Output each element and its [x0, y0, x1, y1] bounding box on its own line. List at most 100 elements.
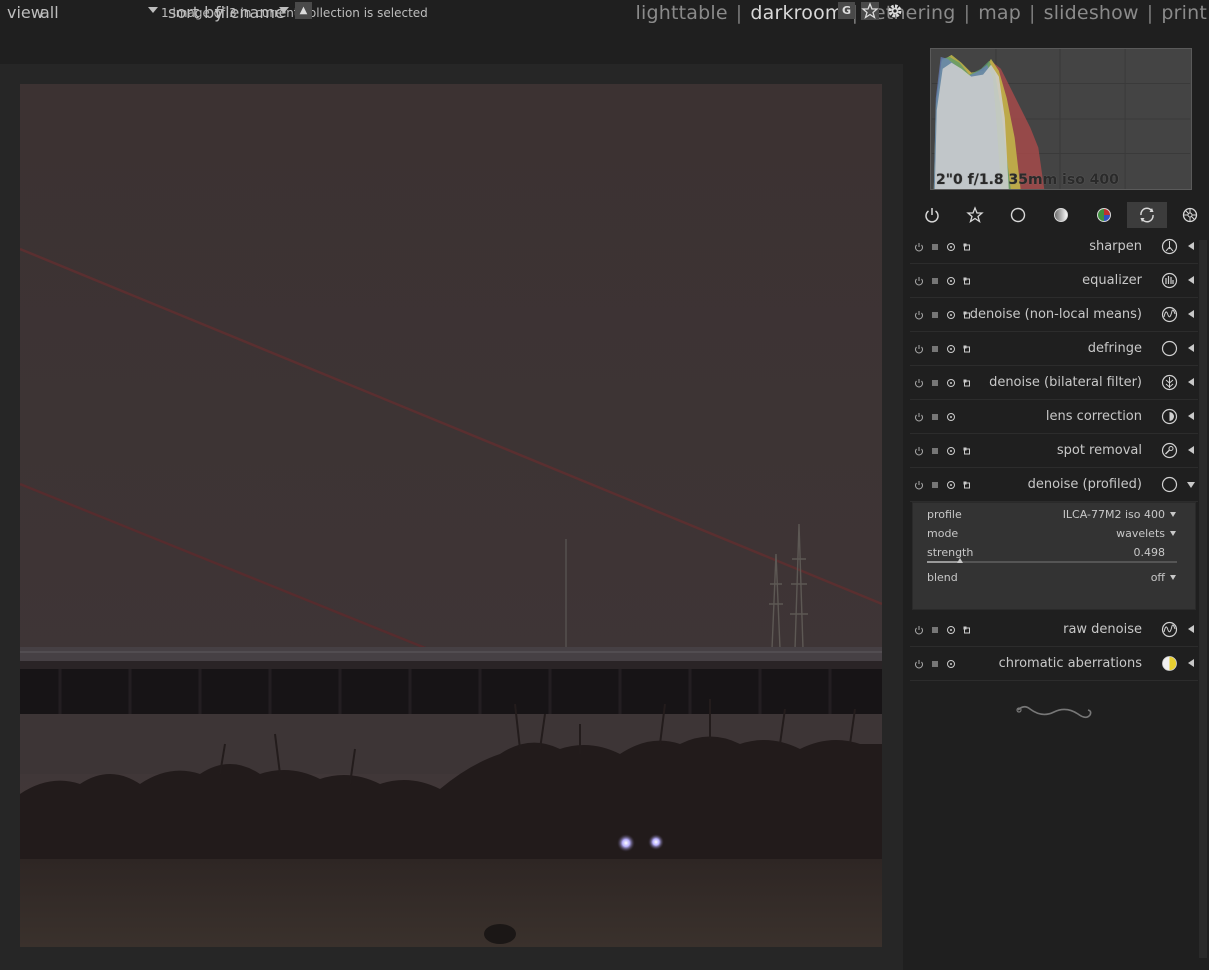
view-tab-map[interactable]: map	[978, 2, 1021, 24]
module-row[interactable]: denoise (non-local means)	[910, 298, 1198, 332]
power-icon[interactable]	[914, 480, 924, 490]
sort-direction-button[interactable]: ▲	[295, 2, 312, 19]
chevron-down-icon[interactable]	[1170, 512, 1176, 517]
profile-row[interactable]: profile ILCA-77M2 iso 400	[927, 508, 1176, 524]
presets-icon[interactable]	[930, 242, 940, 252]
chevron-down-icon[interactable]	[148, 7, 158, 13]
chevron-left-icon[interactable]	[1188, 412, 1194, 420]
module-row[interactable]: defringe	[910, 332, 1198, 366]
group-tone[interactable]	[1041, 202, 1081, 228]
presets-icon[interactable]	[930, 625, 940, 635]
multi-instance-icon[interactable]	[962, 446, 972, 456]
group-effects[interactable]	[1170, 202, 1209, 228]
module-row[interactable]: spot removal	[910, 434, 1198, 468]
module-row[interactable]: lens correction	[910, 400, 1198, 434]
photo-preview[interactable]	[20, 84, 882, 947]
power-icon[interactable]	[914, 344, 924, 354]
presets-icon[interactable]	[930, 480, 940, 490]
presets-icon[interactable]	[930, 310, 940, 320]
mode-select[interactable]: wavelets	[1116, 527, 1165, 540]
presets-icon[interactable]	[930, 446, 940, 456]
presets-icon[interactable]	[930, 344, 940, 354]
view-tab-print[interactable]: print	[1161, 2, 1207, 24]
chevron-left-icon[interactable]	[1188, 378, 1194, 386]
module-row[interactable]: denoise (profiled)	[910, 468, 1198, 502]
sort-by-select[interactable]: filename	[215, 3, 285, 22]
preferences-button[interactable]	[886, 2, 904, 20]
module-icon-wrap	[1161, 476, 1178, 493]
mode-label: mode	[927, 527, 959, 540]
power-icon[interactable]	[914, 412, 924, 422]
blend-row[interactable]: blend off	[927, 571, 1176, 587]
presets-icon[interactable]	[930, 412, 940, 422]
reset-icon[interactable]	[946, 480, 956, 490]
multi-instance-icon[interactable]	[962, 378, 972, 388]
strength-slider-handle[interactable]	[956, 558, 963, 563]
chevron-left-icon[interactable]	[1188, 276, 1194, 284]
module-label: spot removal	[1056, 443, 1142, 458]
view-tab-tethering[interactable]: tethering	[866, 2, 955, 24]
chevron-down-icon[interactable]	[1170, 575, 1176, 580]
multi-instance-icon[interactable]	[962, 480, 972, 490]
chevron-left-icon[interactable]	[1188, 625, 1194, 633]
chevron-down-icon[interactable]	[1170, 531, 1176, 536]
power-icon[interactable]	[914, 659, 924, 669]
view-tab-lighttable[interactable]: lighttable	[636, 2, 728, 24]
module-row[interactable]: denoise (bilateral filter)	[910, 366, 1198, 400]
power-icon[interactable]	[914, 276, 924, 286]
view-filter-select[interactable]: all	[40, 3, 59, 22]
module-row[interactable]: equalizer	[910, 264, 1198, 298]
power-icon[interactable]	[914, 242, 924, 252]
reset-icon[interactable]	[946, 276, 956, 286]
module-label: lens correction	[1045, 409, 1142, 424]
multi-instance-icon[interactable]	[962, 242, 972, 252]
reset-icon[interactable]	[946, 242, 956, 252]
multi-instance-icon[interactable]	[962, 276, 972, 286]
reset-icon[interactable]	[946, 659, 956, 669]
module-row[interactable]: chromatic aberrations	[910, 647, 1198, 681]
group-basic[interactable]	[998, 202, 1038, 228]
reset-icon[interactable]	[946, 344, 956, 354]
chevron-left-icon[interactable]	[1188, 446, 1194, 454]
grouping-button[interactable]: G	[838, 2, 855, 19]
power-icon[interactable]	[914, 625, 924, 635]
chevron-left-icon[interactable]	[1188, 242, 1194, 250]
view-tab-slideshow[interactable]: slideshow	[1044, 2, 1139, 24]
module-row[interactable]: raw denoise	[910, 613, 1198, 647]
group-color[interactable]	[1084, 202, 1124, 228]
reset-icon[interactable]	[946, 310, 956, 320]
reset-icon[interactable]	[946, 446, 956, 456]
module-label: chromatic aberrations	[998, 656, 1142, 671]
strength-row[interactable]: strength 0.498	[927, 546, 1175, 562]
module-icon-wrap	[1161, 374, 1178, 391]
blend-select[interactable]: off	[1151, 571, 1165, 584]
power-icon[interactable]	[914, 310, 924, 320]
overlay-star-button[interactable]	[861, 2, 879, 20]
profile-select[interactable]: ILCA-77M2 iso 400	[1063, 508, 1165, 521]
chevron-left-icon[interactable]	[1188, 310, 1194, 318]
presets-icon[interactable]	[930, 378, 940, 388]
module-row[interactable]: sharpen	[910, 230, 1198, 264]
chevron-down-icon[interactable]	[279, 7, 289, 13]
chevron-left-icon[interactable]	[1188, 659, 1194, 667]
multi-instance-icon[interactable]	[962, 344, 972, 354]
chevron-down-icon[interactable]	[1187, 482, 1195, 488]
reset-icon[interactable]	[946, 378, 956, 388]
chevron-left-icon[interactable]	[1188, 344, 1194, 352]
multi-instance-icon[interactable]	[962, 625, 972, 635]
presets-icon[interactable]	[930, 276, 940, 286]
reset-icon[interactable]	[946, 412, 956, 422]
group-correction[interactable]	[1127, 202, 1167, 228]
panel-scrollbar[interactable]	[1199, 240, 1207, 958]
module-icon-wrap	[1161, 621, 1178, 638]
power-icon[interactable]	[914, 378, 924, 388]
group-active-modules[interactable]	[912, 202, 952, 228]
reset-icon[interactable]	[946, 625, 956, 635]
mode-row[interactable]: mode wavelets	[927, 527, 1176, 543]
strength-slider[interactable]	[927, 558, 1177, 563]
histogram[interactable]	[930, 48, 1192, 190]
presets-icon[interactable]	[930, 659, 940, 669]
power-icon[interactable]	[914, 446, 924, 456]
group-favorites[interactable]	[955, 202, 995, 228]
view-tab-darkroom[interactable]: darkroom	[750, 2, 843, 24]
